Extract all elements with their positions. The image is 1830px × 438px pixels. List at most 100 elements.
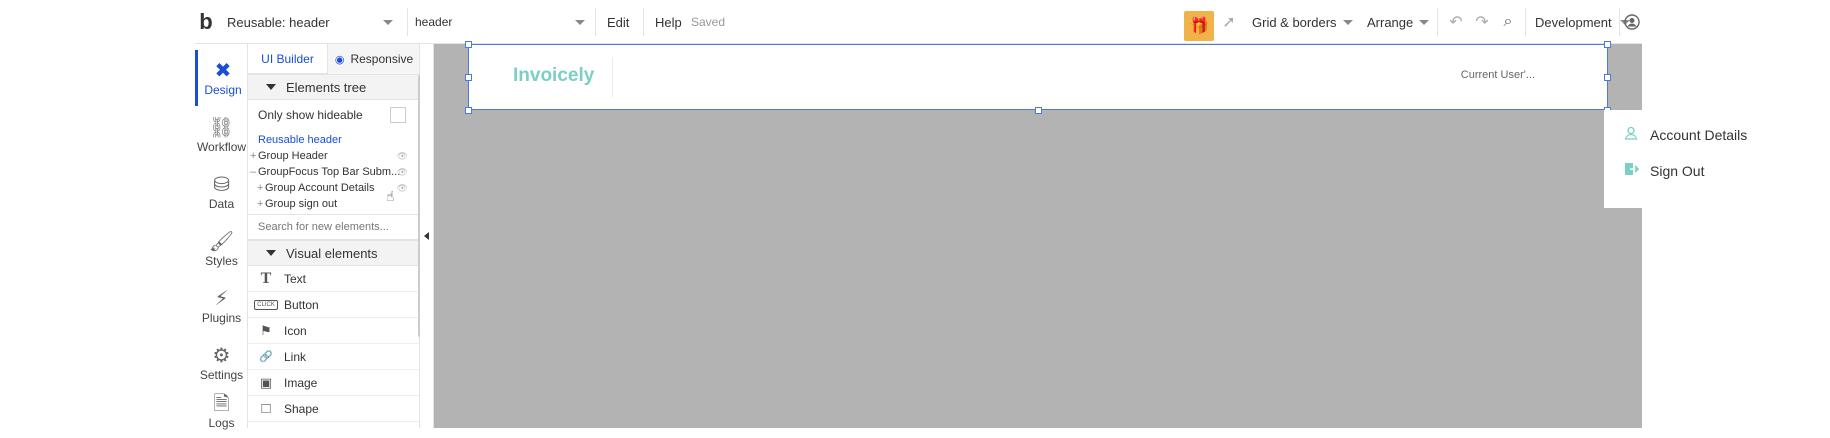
divider <box>595 8 596 36</box>
elements-tree-header[interactable]: Elements tree <box>248 74 419 100</box>
triangle-down-icon <box>266 84 276 90</box>
visual-item-link[interactable]: 🔗 Link <box>248 344 419 370</box>
only-show-hideable-row: Only show hideable <box>248 104 419 126</box>
eye-icon[interactable]: 👁 <box>397 167 408 178</box>
tree-expand[interactable]: + <box>257 198 265 210</box>
tree-item-groupfocus[interactable]: – GroupFocus Top Bar Subm... 👁 <box>248 164 419 180</box>
tree-collapse[interactable]: – <box>250 166 258 178</box>
rail-item-styles[interactable]: 🖌 Styles <box>195 221 248 277</box>
redo-icon[interactable]: ↷ <box>1471 0 1493 44</box>
visual-elements-header[interactable]: Visual elements <box>248 240 419 266</box>
only-show-hideable-label: Only show hideable <box>258 108 363 122</box>
user-icon <box>1624 126 1650 143</box>
menu-help[interactable]: Help <box>655 0 682 44</box>
search-icon[interactable]: ⌕ <box>1497 0 1519 44</box>
text-icon: T <box>260 269 272 287</box>
tab-responsive-label: Responsive <box>350 52 414 66</box>
visual-item-icon[interactable]: ⚑ Icon <box>248 318 419 344</box>
account-details-label: Account Details <box>1650 126 1748 143</box>
document-icon: 🗎 <box>213 393 230 415</box>
element-search-input[interactable]: Search for new elements... <box>248 214 419 240</box>
rail-item-logs[interactable]: 🗎 Logs <box>195 392 248 432</box>
design-icon: ✖ <box>214 60 232 82</box>
tree-item-label: Group Account Details <box>265 182 375 194</box>
visual-item-image[interactable]: ▣ Image <box>248 370 419 396</box>
sign-out-item[interactable]: Sign Out <box>1624 162 1704 179</box>
tab-ui-builder[interactable]: UI Builder <box>248 44 328 74</box>
environment-label: Development <box>1535 14 1612 30</box>
current-user-text[interactable]: Current User'... <box>1461 69 1535 81</box>
account-details-item[interactable]: Account Details <box>1624 126 1747 143</box>
resize-handle[interactable] <box>1035 107 1042 114</box>
tab-responsive[interactable]: ◉ Responsive <box>328 44 419 74</box>
tree-expand[interactable]: + <box>250 150 258 162</box>
sign-out-icon <box>1624 162 1650 179</box>
reusable-header-link[interactable]: Reusable header <box>248 132 419 148</box>
rail-item-label: Plugins <box>201 311 242 325</box>
pointer-icon[interactable]: ➚ <box>1218 0 1240 44</box>
collapse-panel-toggle[interactable] <box>420 44 434 428</box>
page-selector[interactable]: Reusable: header <box>227 0 403 44</box>
responsive-icon: ◉ <box>334 53 345 66</box>
visual-item-text[interactable]: T Text <box>248 266 419 292</box>
rail-item-label: Logs <box>208 416 235 430</box>
resize-handle[interactable] <box>465 74 472 81</box>
grid-borders-menu[interactable]: Grid & borders <box>1252 0 1353 44</box>
visual-item-label: Button <box>284 297 319 312</box>
only-show-hideable-checkbox[interactable] <box>390 107 406 123</box>
resize-handle[interactable] <box>1604 41 1611 48</box>
visual-item-label: Text <box>284 271 307 286</box>
rail-item-data[interactable]: ⛁ Data <box>195 164 248 220</box>
rail-item-label: Design <box>204 83 242 97</box>
brush-icon: 🖌 <box>208 231 235 253</box>
eye-icon[interactable]: 👁 <box>397 183 408 194</box>
tree-item-label: GroupFocus Top Bar Subm... <box>258 166 401 178</box>
visual-item-button[interactable]: CLICK Button <box>248 292 419 318</box>
account-icon[interactable] <box>1623 0 1641 44</box>
tree-expand[interactable]: + <box>257 182 265 194</box>
brand-logo-text[interactable]: Invoicely <box>513 65 594 87</box>
link-icon: 🔗 <box>259 351 273 363</box>
chevron-down-icon <box>1419 19 1430 25</box>
element-selector-label: header <box>415 15 453 29</box>
bubble-logo-icon[interactable]: b <box>195 0 217 44</box>
sign-out-label: Sign Out <box>1650 162 1705 179</box>
editor-app: b Reusable: header header Edit Help Save… <box>195 0 1768 430</box>
rail-item-workflow[interactable]: ⛓ Workflow <box>195 107 248 163</box>
rail-item-plugins[interactable]: ⚡ Plugins <box>195 278 248 334</box>
tree-item-group-header[interactable]: + Group Header 👁 <box>248 148 419 164</box>
left-rail: ✖ Design ⛓ Workflow ⛁ Data 🖌 Styles ⚡ Pl… <box>195 44 248 430</box>
visual-item-label: Link <box>284 349 307 364</box>
reusable-header-element[interactable]: Invoicely Current User'... <box>465 41 1611 114</box>
resize-handle[interactable] <box>1604 74 1611 81</box>
workflow-icon: ⛓ <box>208 117 235 139</box>
flag-icon: ⚑ <box>260 322 272 338</box>
divider <box>1525 8 1526 36</box>
resize-handle[interactable] <box>465 107 472 114</box>
shape-icon: □ <box>261 400 271 417</box>
menu-edit[interactable]: Edit <box>607 0 629 44</box>
divider <box>407 8 408 36</box>
database-icon: ⛁ <box>213 174 230 196</box>
gift-icon[interactable]: 🎁 <box>1184 11 1214 41</box>
visual-item-shape[interactable]: □ Shape <box>248 396 419 422</box>
divider <box>612 57 613 97</box>
resize-handle[interactable] <box>465 41 472 48</box>
tree-item-label: Group Header <box>258 150 328 162</box>
plug-icon: ⚡ <box>214 288 229 310</box>
design-canvas[interactable]: Invoicely Current User'... Account Detai… <box>434 41 1768 428</box>
undo-icon[interactable]: ↶ <box>1445 0 1467 44</box>
element-selector[interactable]: header <box>415 0 589 44</box>
rail-item-settings[interactable]: ⚙ Settings <box>195 335 248 391</box>
button-icon: CLICK <box>248 299 284 310</box>
visual-item-label: Shape <box>284 401 319 416</box>
save-status: Saved <box>691 15 726 29</box>
arrange-menu[interactable]: Arrange <box>1367 0 1430 44</box>
eye-icon[interactable]: 👁 <box>397 151 408 162</box>
environment-selector[interactable]: Development <box>1535 0 1630 44</box>
account-dropdown-group[interactable]: Account Details Sign Out <box>1604 110 1768 208</box>
rail-item-label: Settings <box>199 368 244 382</box>
chevron-down-icon <box>575 19 585 25</box>
arrange-label: Arrange <box>1367 14 1414 30</box>
rail-item-design[interactable]: ✖ Design <box>195 50 248 106</box>
